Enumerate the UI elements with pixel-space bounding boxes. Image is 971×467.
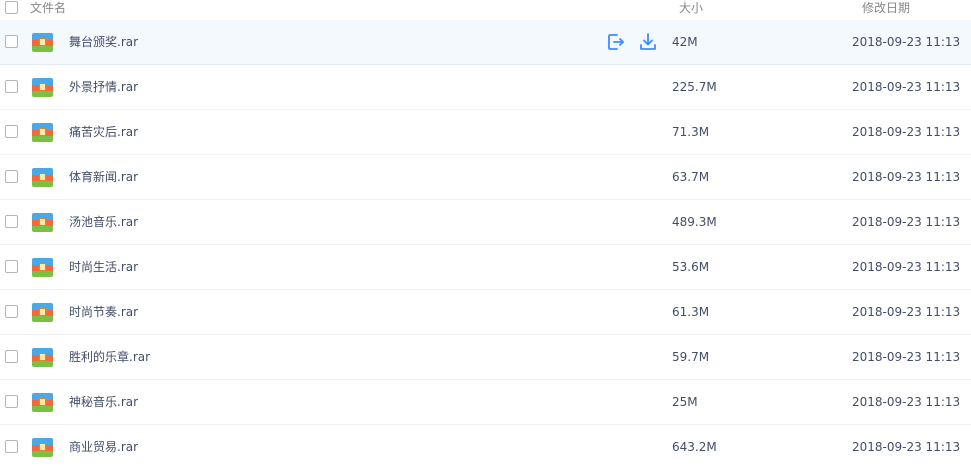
file-size: 63.7M xyxy=(672,170,710,184)
file-name[interactable]: 时尚生活.rar xyxy=(69,260,138,274)
file-date: 2018-09-23 11:13 xyxy=(852,260,961,274)
file-name[interactable]: 舞台颁奖.rar xyxy=(69,35,138,49)
file-date: 2018-09-23 11:13 xyxy=(852,395,961,409)
row-checkbox[interactable] xyxy=(5,350,18,363)
file-date: 2018-09-23 11:13 xyxy=(852,80,961,94)
file-name[interactable]: 痛苦灾后.rar xyxy=(69,125,138,139)
file-size: 61.3M xyxy=(672,305,710,319)
row-checkbox[interactable] xyxy=(5,440,18,453)
file-list: 舞台颁奖.rar 42M 2018-09-23 11:13 外景抒情.rar 2… xyxy=(0,20,971,467)
row-checkbox[interactable] xyxy=(5,260,18,273)
column-header-size[interactable]: 大小 xyxy=(679,1,703,15)
row-checkbox[interactable] xyxy=(5,80,18,93)
rar-file-icon xyxy=(32,168,53,187)
column-header-name[interactable]: 文件名 xyxy=(30,1,66,15)
file-row[interactable]: 痛苦灾后.rar 71.3M 2018-09-23 11:13 xyxy=(0,110,971,155)
file-date: 2018-09-23 11:13 xyxy=(852,215,961,229)
file-size: 225.7M xyxy=(672,80,717,94)
file-date: 2018-09-23 11:13 xyxy=(852,350,961,364)
row-checkbox[interactable] xyxy=(5,35,18,48)
file-name[interactable]: 时尚节奏.rar xyxy=(69,305,138,319)
rar-file-icon xyxy=(32,33,53,52)
file-size: 643.2M xyxy=(672,440,717,454)
file-date: 2018-09-23 11:13 xyxy=(852,440,961,454)
file-row[interactable]: 舞台颁奖.rar 42M 2018-09-23 11:13 xyxy=(0,20,971,65)
file-date: 2018-09-23 11:13 xyxy=(852,35,961,49)
file-row[interactable]: 神秘音乐.rar 25M 2018-09-23 11:13 xyxy=(0,380,971,425)
rar-file-icon xyxy=(32,303,53,322)
file-row[interactable]: 商业贸易.rar 643.2M 2018-09-23 11:13 xyxy=(0,425,971,467)
share-icon[interactable] xyxy=(606,32,626,52)
file-row[interactable]: 汤池音乐.rar 489.3M 2018-09-23 11:13 xyxy=(0,200,971,245)
rar-file-icon xyxy=(32,393,53,412)
file-row[interactable]: 胜利的乐章.rar 59.7M 2018-09-23 11:13 xyxy=(0,335,971,380)
row-checkbox[interactable] xyxy=(5,305,18,318)
column-header-date[interactable]: 修改日期 xyxy=(862,1,910,15)
rar-file-icon xyxy=(32,258,53,277)
rar-file-icon xyxy=(32,348,53,367)
row-checkbox[interactable] xyxy=(5,215,18,228)
rar-file-icon xyxy=(32,78,53,97)
file-size: 53.6M xyxy=(672,260,710,274)
file-row[interactable]: 体育新闻.rar 63.7M 2018-09-23 11:13 xyxy=(0,155,971,200)
file-size: 71.3M xyxy=(672,125,710,139)
file-row[interactable]: 时尚节奏.rar 61.3M 2018-09-23 11:13 xyxy=(0,290,971,335)
file-name[interactable]: 胜利的乐章.rar xyxy=(69,350,150,364)
select-all-checkbox[interactable] xyxy=(5,1,18,14)
row-checkbox[interactable] xyxy=(5,395,18,408)
rar-file-icon xyxy=(32,123,53,142)
file-size: 489.3M xyxy=(672,215,717,229)
file-size: 25M xyxy=(672,395,698,409)
file-name[interactable]: 外景抒情.rar xyxy=(69,80,138,94)
row-checkbox[interactable] xyxy=(5,125,18,138)
file-name[interactable]: 体育新闻.rar xyxy=(69,170,138,184)
file-name[interactable]: 汤池音乐.rar xyxy=(69,215,138,229)
rar-file-icon xyxy=(32,438,53,457)
file-row[interactable]: 时尚生活.rar 53.6M 2018-09-23 11:13 xyxy=(0,245,971,290)
file-size: 42M xyxy=(672,35,698,49)
file-name[interactable]: 神秘音乐.rar xyxy=(69,395,138,409)
file-date: 2018-09-23 11:13 xyxy=(852,305,961,319)
file-date: 2018-09-23 11:13 xyxy=(852,125,961,139)
file-size: 59.7M xyxy=(672,350,710,364)
download-icon[interactable] xyxy=(638,32,658,52)
row-checkbox[interactable] xyxy=(5,170,18,183)
file-row[interactable]: 外景抒情.rar 225.7M 2018-09-23 11:13 xyxy=(0,65,971,110)
file-list-header: 文件名 大小 修改日期 xyxy=(0,0,971,20)
file-date: 2018-09-23 11:13 xyxy=(852,170,961,184)
file-name[interactable]: 商业贸易.rar xyxy=(69,440,138,454)
rar-file-icon xyxy=(32,213,53,232)
